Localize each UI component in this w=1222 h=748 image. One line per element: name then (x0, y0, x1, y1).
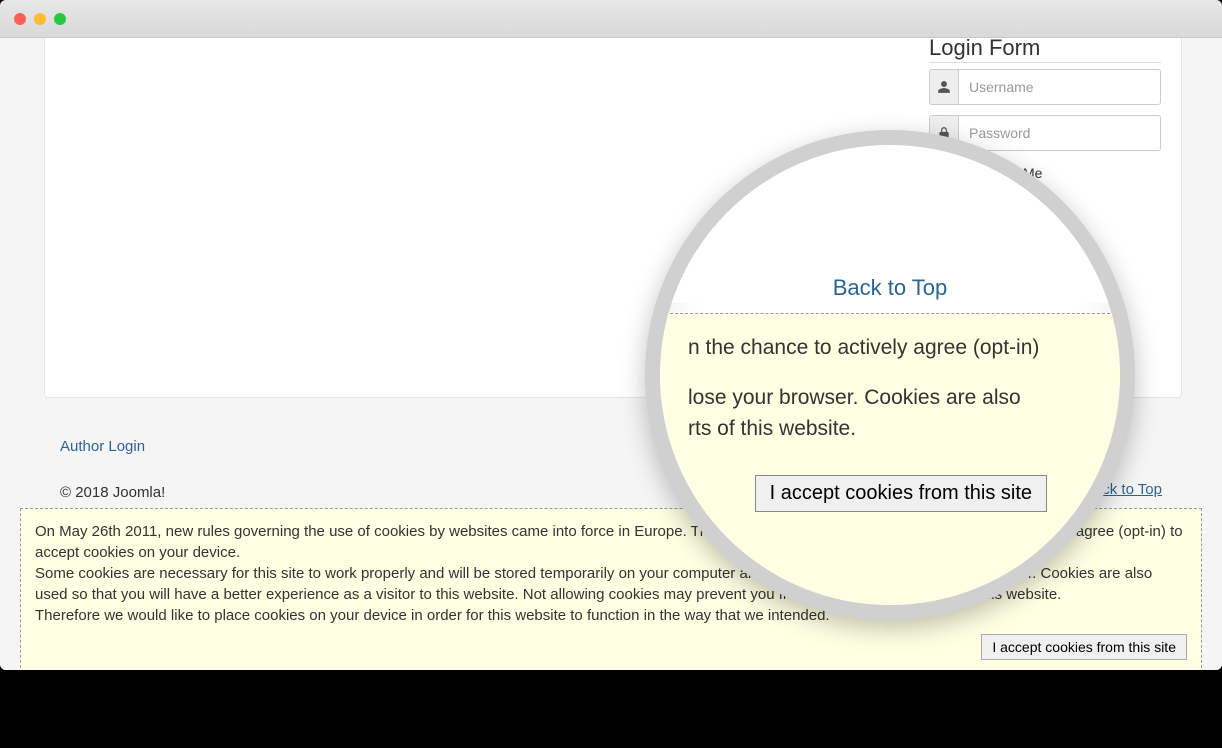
username-input[interactable] (959, 70, 1160, 104)
maximize-icon[interactable] (54, 13, 66, 25)
author-login-link[interactable]: Author Login (60, 438, 145, 455)
close-icon[interactable] (14, 13, 26, 25)
username-group (929, 69, 1161, 105)
accept-cookies-button[interactable]: I accept cookies from this site (981, 634, 1187, 660)
window-titlebar (0, 0, 1222, 38)
magnified-text-line1: n the chance to actively agree (opt-in) (688, 332, 1092, 364)
magnified-cookie-banner: n the chance to actively agree (opt-in) … (660, 313, 1120, 605)
magnified-back-to-top: Back to Top (660, 275, 1120, 301)
magnified-accept-button[interactable]: I accept cookies from this site (755, 475, 1047, 512)
magnified-text-line2: lose your browser. Cookies are also (688, 382, 1092, 414)
user-icon (930, 70, 959, 104)
login-title: Login Form (929, 38, 1161, 63)
magnifier-overlay: Back to Top n the chance to actively agr… (645, 130, 1135, 620)
minimize-icon[interactable] (34, 13, 46, 25)
magnified-text-line3: rts of this website. (688, 413, 1092, 445)
